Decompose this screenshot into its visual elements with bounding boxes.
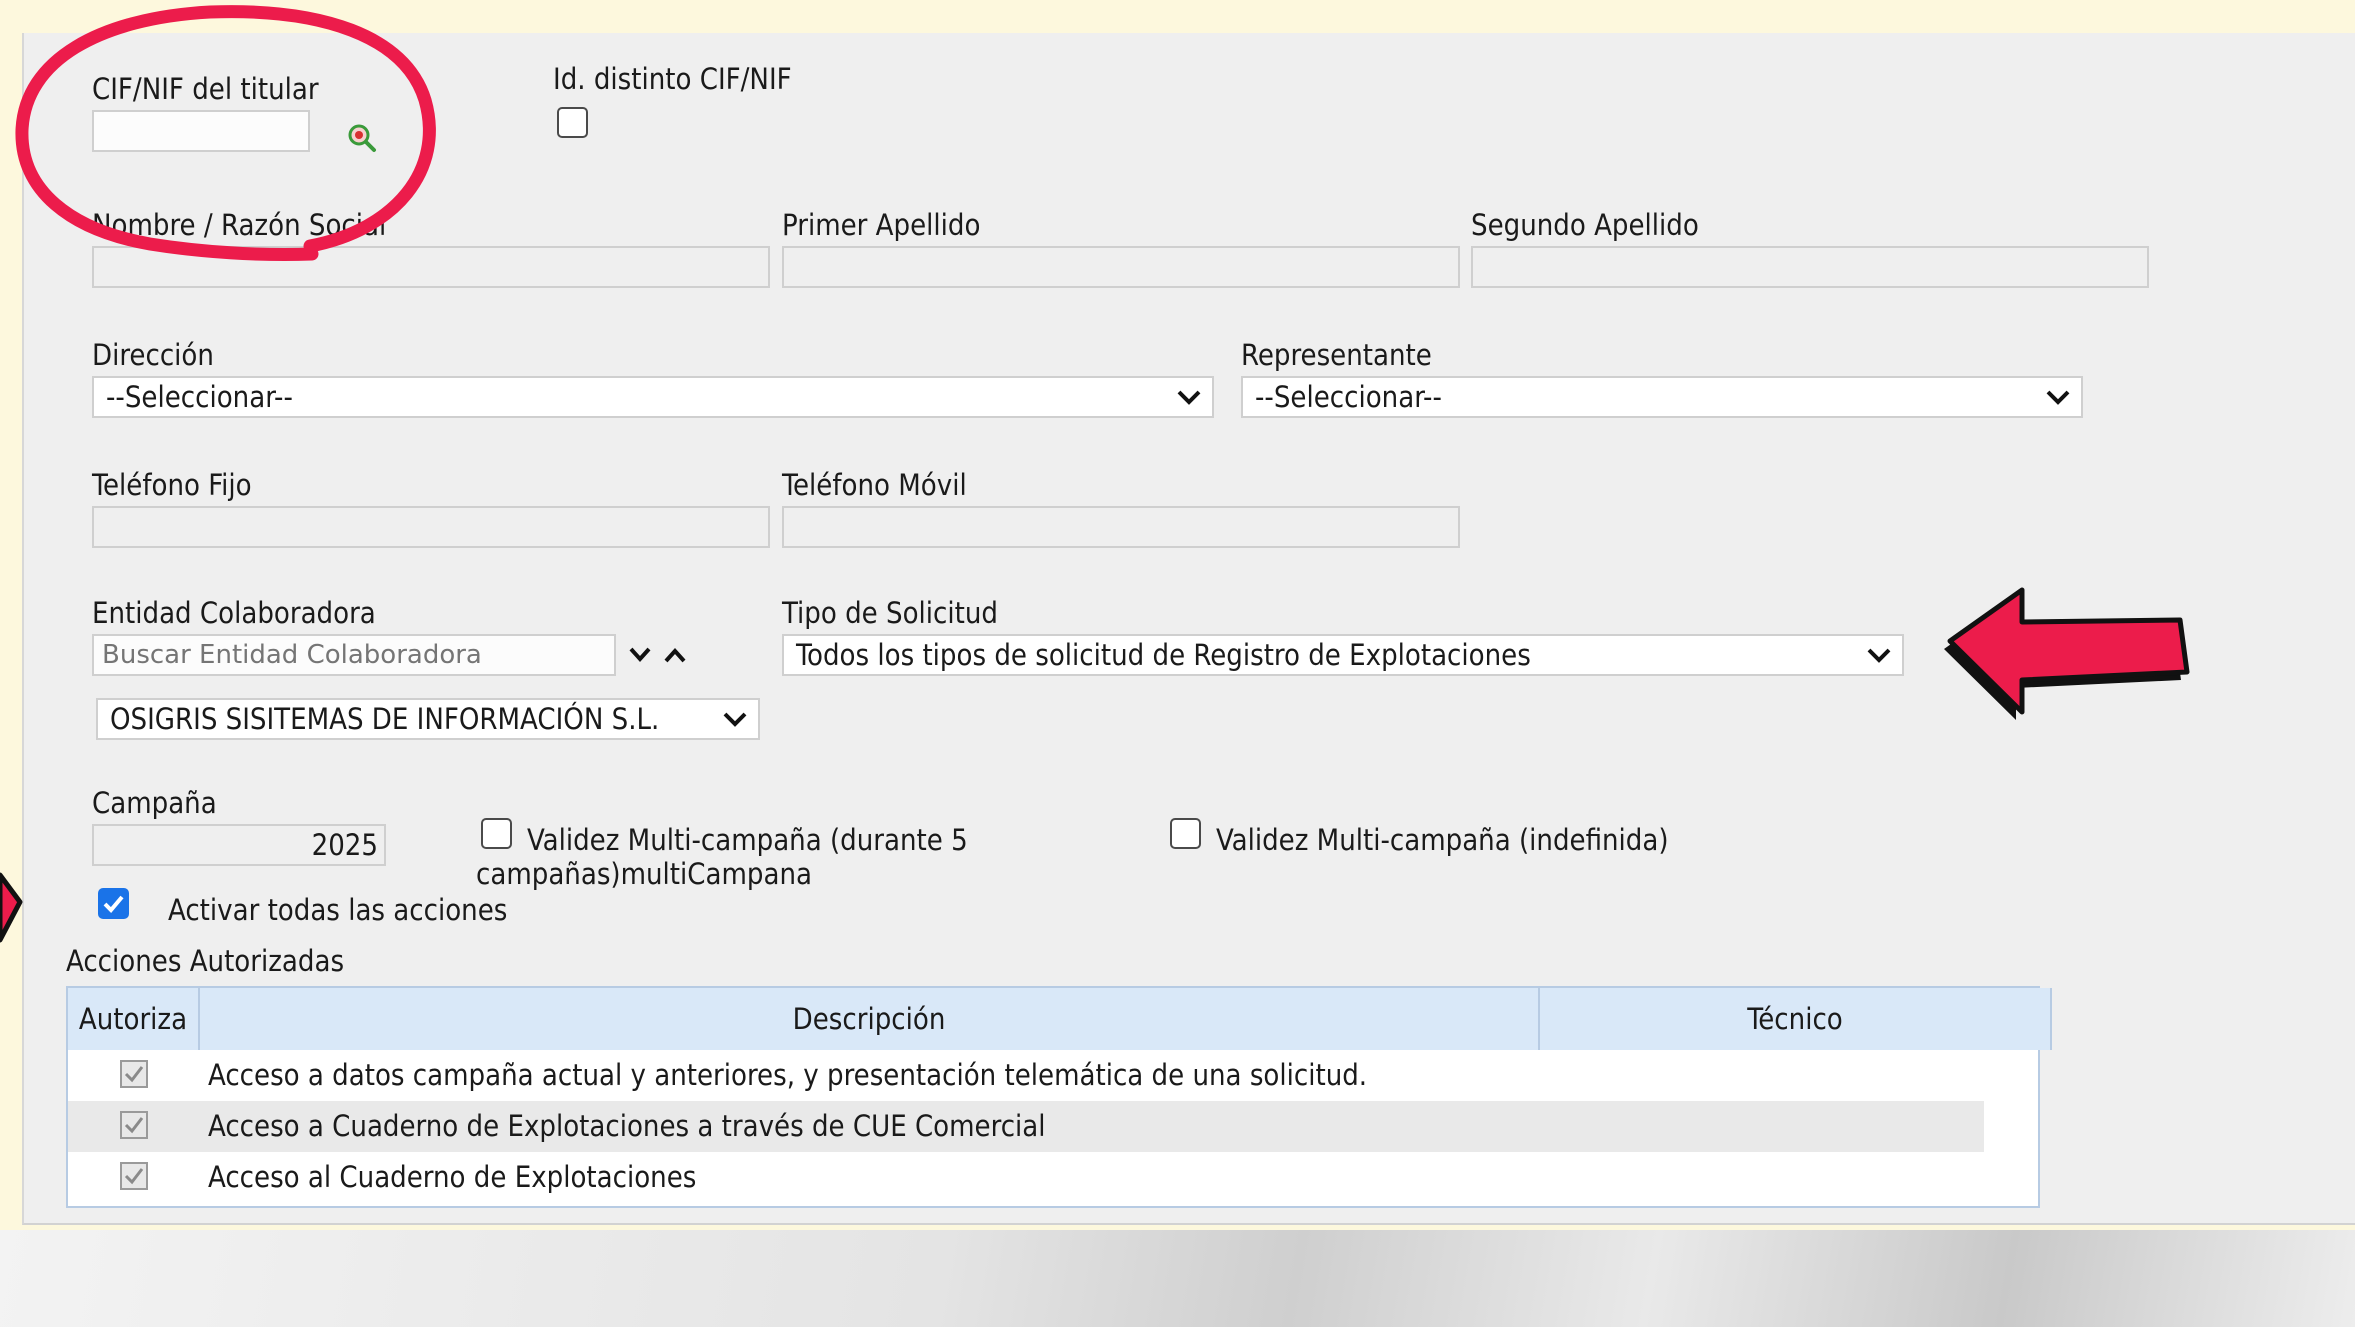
annotation-layer (0, 5, 2190, 943)
red-arrow-icon (1947, 587, 2190, 715)
red-arrow-icon (0, 872, 23, 943)
highlight-circle (15, 5, 436, 262)
